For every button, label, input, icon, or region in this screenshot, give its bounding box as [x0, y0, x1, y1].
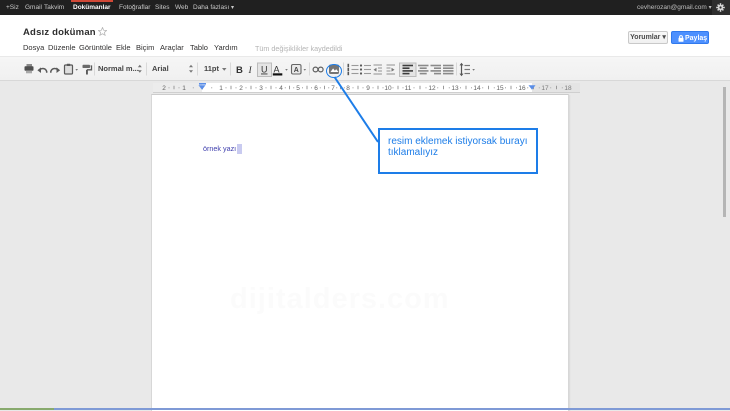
svg-text:3: 3 — [259, 85, 263, 92]
svg-text:B: B — [236, 65, 243, 76]
svg-text:12: 12 — [428, 85, 436, 92]
svg-text:16: 16 — [518, 85, 526, 92]
svg-text:I: I — [248, 66, 253, 76]
svg-text:13: 13 — [451, 85, 459, 92]
svg-text:4: 4 — [279, 85, 283, 92]
svg-text:1: 1 — [219, 85, 223, 92]
svg-text:2: 2 — [162, 85, 166, 92]
svg-text:6: 6 — [314, 85, 318, 92]
svg-text:1: 1 — [182, 85, 186, 92]
svg-text:10: 10 — [384, 85, 392, 92]
svg-text:15: 15 — [496, 85, 504, 92]
svg-text:2: 2 — [239, 85, 243, 92]
svg-text:11: 11 — [405, 85, 412, 92]
svg-text:U: U — [261, 65, 268, 75]
svg-text:18: 18 — [564, 85, 572, 92]
svg-text:A: A — [294, 67, 299, 74]
svg-text:A: A — [274, 65, 280, 75]
svg-text:5: 5 — [296, 85, 300, 92]
svg-text:17: 17 — [541, 85, 549, 92]
svg-text:14: 14 — [473, 85, 481, 92]
